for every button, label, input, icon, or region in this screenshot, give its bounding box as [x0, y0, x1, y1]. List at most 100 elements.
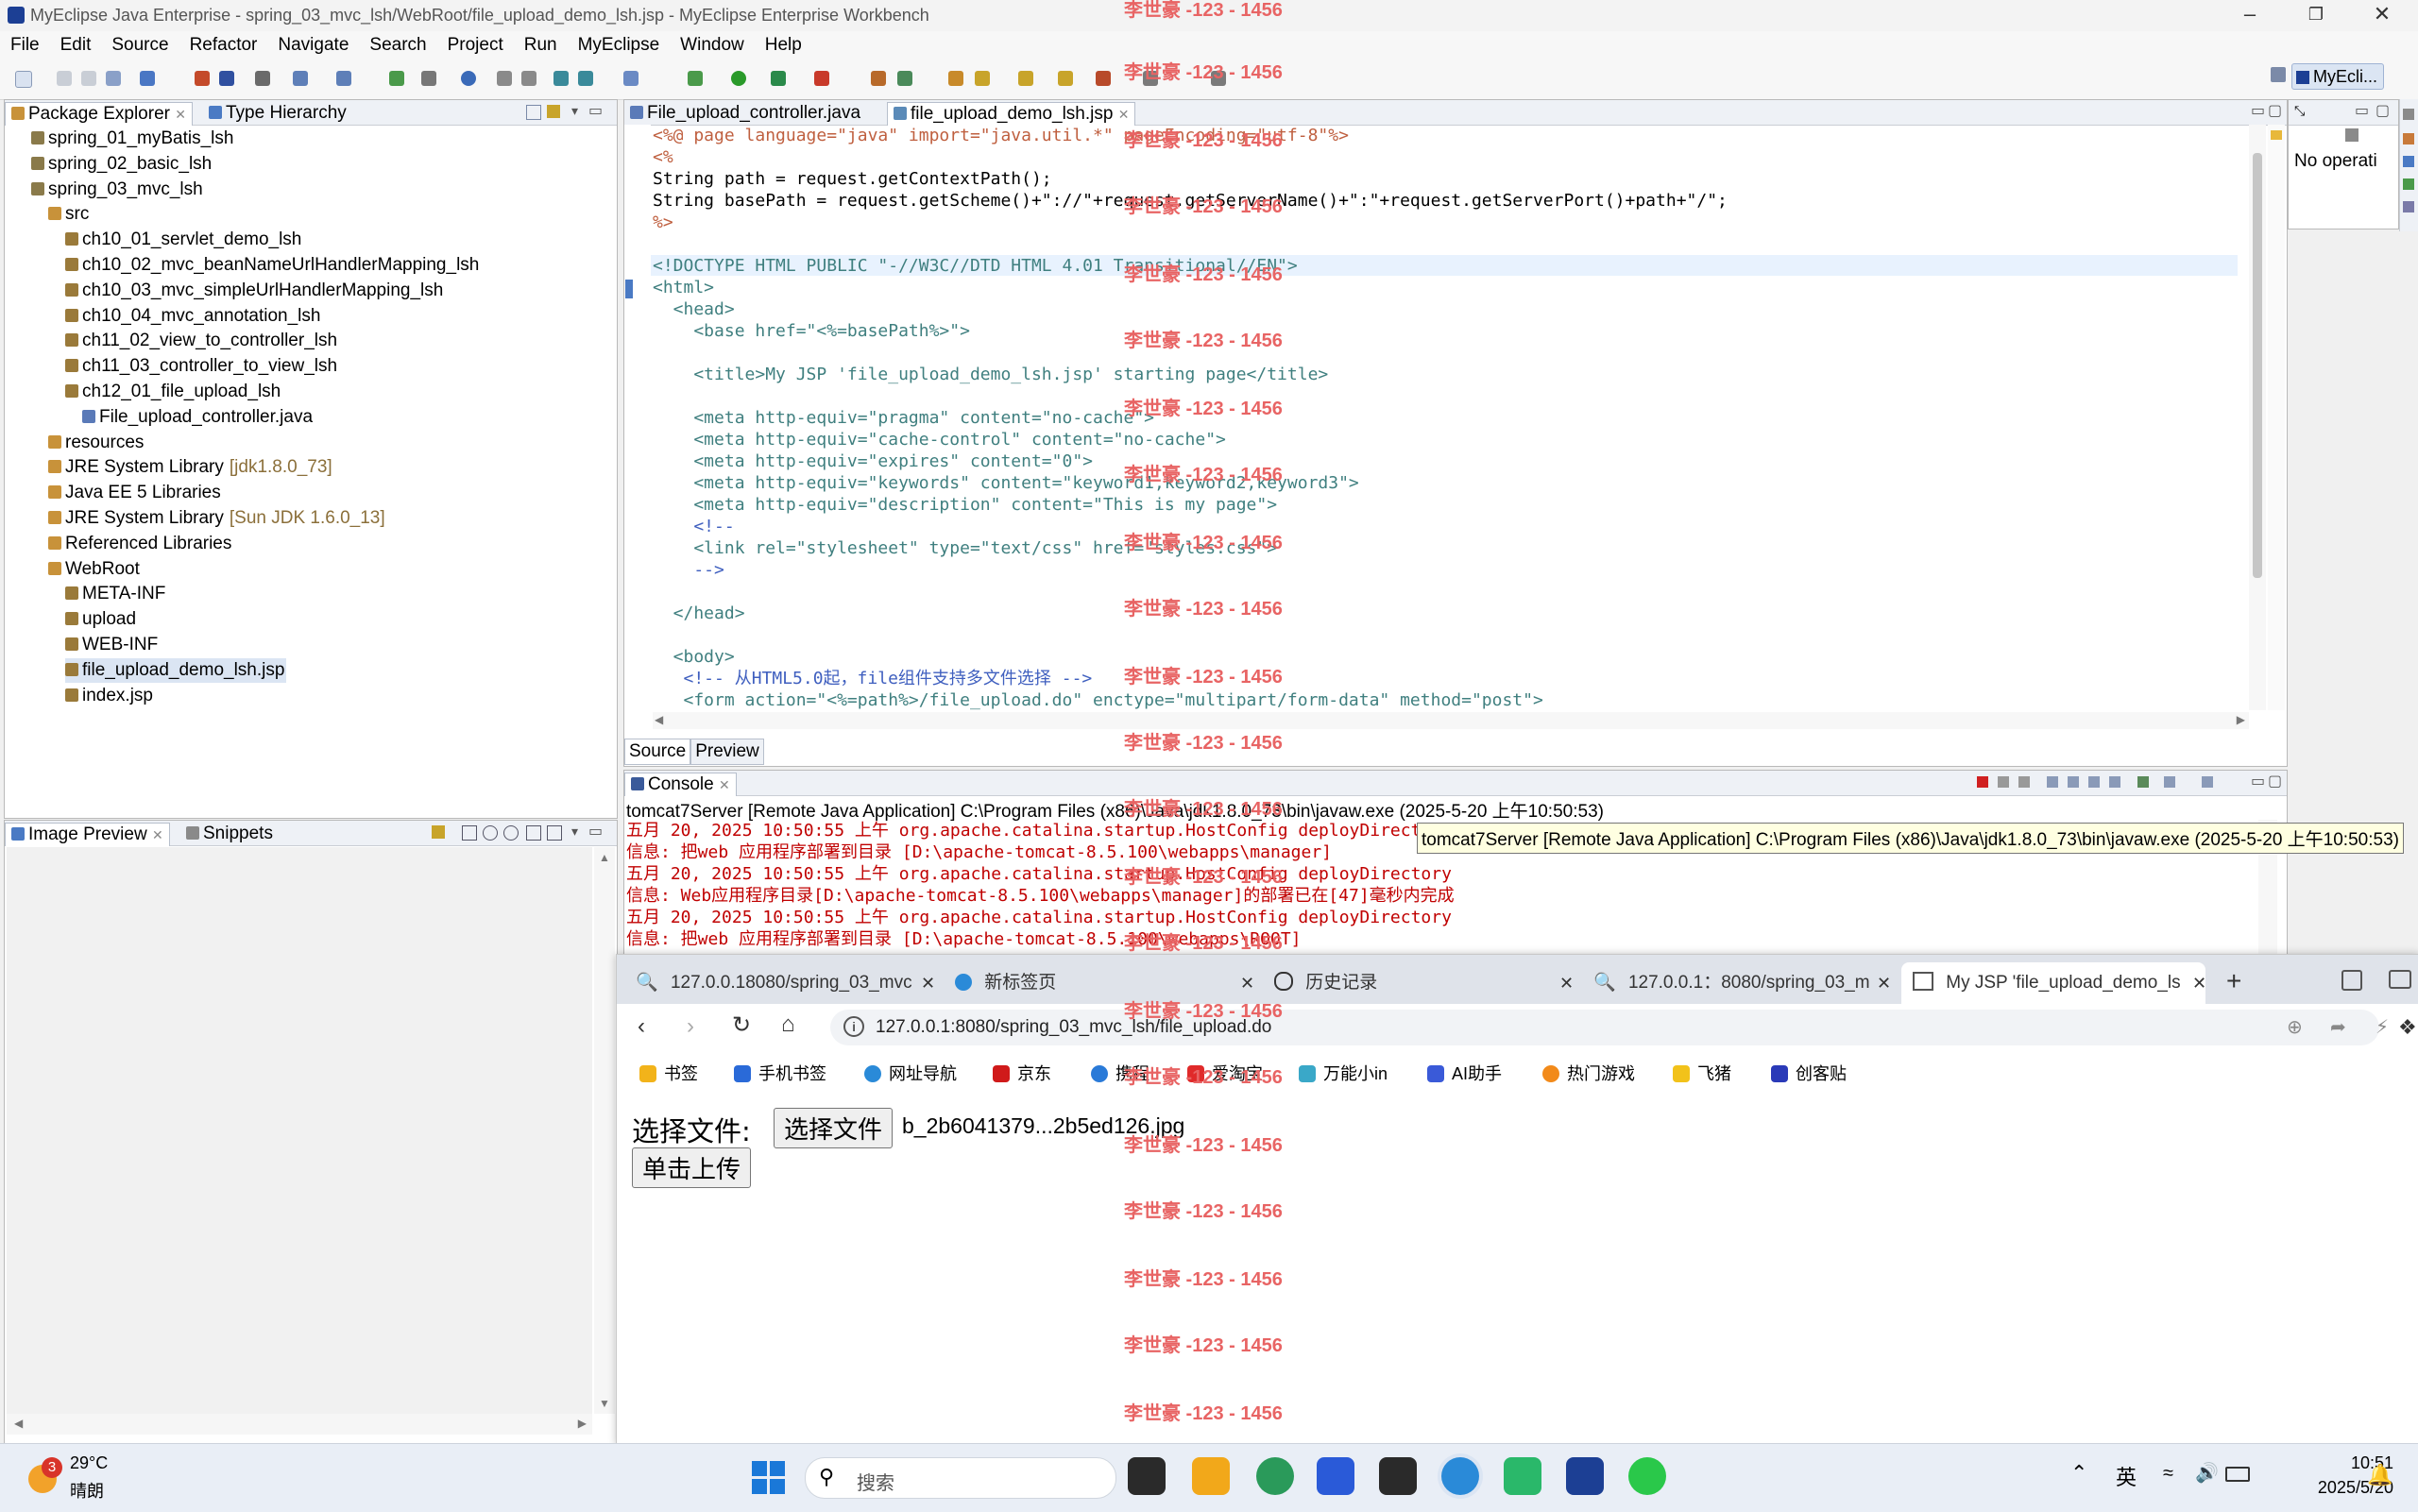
- tree-item[interactable]: ch12_01_file_upload_lsh: [65, 380, 281, 404]
- save-icon[interactable]: [57, 71, 72, 86]
- back-icon[interactable]: [497, 71, 512, 86]
- close-tab-icon[interactable]: ✕: [1877, 974, 1891, 994]
- scroll-right-icon[interactable]: ▶: [578, 1417, 587, 1430]
- view-menu-icon[interactable]: ▾: [571, 103, 578, 119]
- minimize-view-icon[interactable]: ▭: [2355, 101, 2369, 120]
- tree-item[interactable]: spring_01_myBatis_lsh: [31, 127, 233, 151]
- choose-file-button[interactable]: 选择文件: [774, 1108, 894, 1148]
- tree-item[interactable]: JRE System Library [jdk1.8.0_73]: [48, 455, 332, 480]
- notes-app-icon[interactable]: [1504, 1457, 1541, 1495]
- close-tab-icon[interactable]: ✕: [921, 974, 935, 994]
- minimize-view-icon[interactable]: ▭: [588, 822, 603, 841]
- new-icon[interactable]: [15, 71, 32, 88]
- tree-item[interactable]: spring_03_mvc_lsh: [31, 178, 203, 202]
- rotate-icon[interactable]: [547, 825, 562, 841]
- menu-myeclipse[interactable]: MyEclipse: [568, 31, 671, 56]
- terminate-icon[interactable]: [1977, 776, 1988, 788]
- bookmark-item[interactable]: 创客贴: [1771, 1061, 1847, 1085]
- tree-item[interactable]: ch10_03_mvc_simpleUrlHandlerMapping_lsh: [65, 279, 443, 303]
- code-line[interactable]: <meta http-equiv="expires" content="0">: [653, 450, 2249, 472]
- close-tab-icon[interactable]: ✕: [1118, 107, 1130, 122]
- volume-icon[interactable]: 🔊: [2195, 1461, 2219, 1485]
- notification-bell-icon[interactable]: 🔔: [2367, 1463, 2392, 1487]
- pencil-icon[interactable]: [975, 71, 990, 86]
- site-info-icon[interactable]: i: [843, 1016, 864, 1037]
- run-history-icon[interactable]: [771, 71, 786, 86]
- tab-file-upload-demo-jsp[interactable]: file_upload_demo_lsh.jsp ✕: [887, 102, 1136, 126]
- code-line[interactable]: [653, 342, 2249, 364]
- menu-refactor[interactable]: Refactor: [179, 31, 268, 56]
- store-app-icon[interactable]: [1317, 1457, 1354, 1495]
- code-line[interactable]: String basePath = request.getScheme()+":…: [653, 190, 2249, 212]
- bookmark-item[interactable]: 飞猪: [1673, 1061, 1731, 1085]
- remove-launch-icon[interactable]: [1998, 776, 2009, 788]
- code-line[interactable]: <!--: [653, 516, 2249, 537]
- open-console-icon[interactable]: [2202, 776, 2213, 788]
- menu-navigate[interactable]: Navigate: [267, 31, 359, 56]
- code-line[interactable]: <base href="<%=basePath%>">: [653, 320, 2249, 342]
- close-tab-icon[interactable]: ✕: [175, 107, 186, 122]
- code-line[interactable]: <form action="<%=path%>/file_upload.do" …: [653, 689, 2249, 711]
- task-icon[interactable]: [1018, 71, 1033, 86]
- deploy-project-icon[interactable]: [219, 71, 234, 86]
- code-line[interactable]: <meta http-equiv="keywords" content="key…: [653, 472, 2249, 494]
- tray-overflow-icon[interactable]: ⌃: [2070, 1461, 2087, 1486]
- new-server-icon[interactable]: [140, 71, 155, 86]
- team-icon[interactable]: [623, 71, 639, 86]
- code-area[interactable]: <%@ page language="java" import="java.ut…: [653, 125, 2249, 711]
- close-tab-icon[interactable]: ✕: [719, 777, 730, 792]
- tab-list-icon[interactable]: [2341, 970, 2362, 991]
- code-line[interactable]: </head>: [653, 603, 2249, 624]
- close-tab-icon[interactable]: ✕: [2192, 974, 2206, 994]
- menu-source[interactable]: Source: [101, 31, 179, 56]
- tree-item[interactable]: ch10_01_servlet_demo_lsh: [65, 228, 301, 252]
- pin-console-icon[interactable]: [2137, 776, 2149, 788]
- close-tab-icon[interactable]: ✕: [1559, 974, 1574, 994]
- tab-file-upload-controller[interactable]: File_upload_controller.java: [624, 102, 866, 125]
- collapse-all-icon[interactable]: [526, 105, 541, 120]
- browser-tab[interactable]: 🔍 127.0.0.1：8080/spring_03_m: [1586, 962, 1869, 1004]
- lightning-icon[interactable]: ⚡: [2375, 1015, 2389, 1039]
- upload-button[interactable]: 单击上传: [632, 1147, 752, 1188]
- menu-search[interactable]: Search: [359, 31, 436, 56]
- minimize-view-icon[interactable]: ▭: [588, 101, 603, 120]
- trim-icon[interactable]: [2403, 201, 2414, 212]
- close-tab-icon[interactable]: ✕: [1240, 974, 1254, 994]
- wechat-app-icon[interactable]: [1628, 1457, 1666, 1495]
- restore-icon[interactable]: ⤡: [2294, 103, 2305, 119]
- code-line[interactable]: [653, 624, 2249, 646]
- tab-console[interactable]: Console ✕: [624, 773, 737, 796]
- code-line[interactable]: [653, 385, 2249, 407]
- zoom-out-icon[interactable]: [483, 825, 498, 841]
- run-icon[interactable]: [731, 71, 746, 86]
- menu-file[interactable]: File: [0, 31, 50, 56]
- menu-edit[interactable]: Edit: [50, 31, 102, 56]
- clear-console-icon[interactable]: [2047, 776, 2058, 788]
- back-icon[interactable]: ‹: [638, 1013, 645, 1040]
- menu-run[interactable]: Run: [514, 31, 568, 56]
- refresh-icon[interactable]: [578, 71, 593, 86]
- tree-item[interactable]: src: [48, 202, 89, 227]
- extensions-icon[interactable]: ❖: [2398, 1015, 2417, 1040]
- tab-preview[interactable]: Preview: [690, 739, 764, 765]
- code-line[interactable]: <link rel="stylesheet" type="text/css" h…: [653, 537, 2249, 559]
- zoom-in-icon[interactable]: [503, 825, 519, 841]
- bookmark-item[interactable]: 网址导航: [864, 1061, 957, 1085]
- close-icon[interactable]: ✕: [2363, 2, 2401, 26]
- tree-item[interactable]: JRE System Library [Sun JDK 1.6.0_13]: [48, 506, 385, 531]
- file-explorer-icon[interactable]: [1192, 1457, 1230, 1495]
- tab-snippets[interactable]: Snippets: [180, 823, 279, 845]
- reload-icon[interactable]: ↻: [732, 1011, 751, 1039]
- tab-package-explorer[interactable]: Package Explorer ✕: [5, 102, 193, 126]
- minimize-view-icon[interactable]: ▭: [2251, 772, 2265, 790]
- browser-tab[interactable]: 历史记录: [1267, 962, 1569, 1004]
- bookmark-item[interactable]: 书签: [639, 1061, 698, 1085]
- horizontal-scrollbar[interactable]: ◀ ▶: [7, 1414, 592, 1435]
- scroll-thumb[interactable]: [2253, 153, 2262, 578]
- tree-item[interactable]: upload: [65, 607, 136, 632]
- bookmark-item[interactable]: 手机书签: [734, 1061, 826, 1085]
- tree-item[interactable]: resources: [48, 431, 144, 455]
- bookmark-item[interactable]: 热门游戏: [1542, 1061, 1635, 1085]
- code-line[interactable]: <%: [653, 146, 2249, 168]
- url-field[interactable]: i 127.0.0.1:8080/spring_03_mvc_lsh/file_…: [830, 1010, 2418, 1045]
